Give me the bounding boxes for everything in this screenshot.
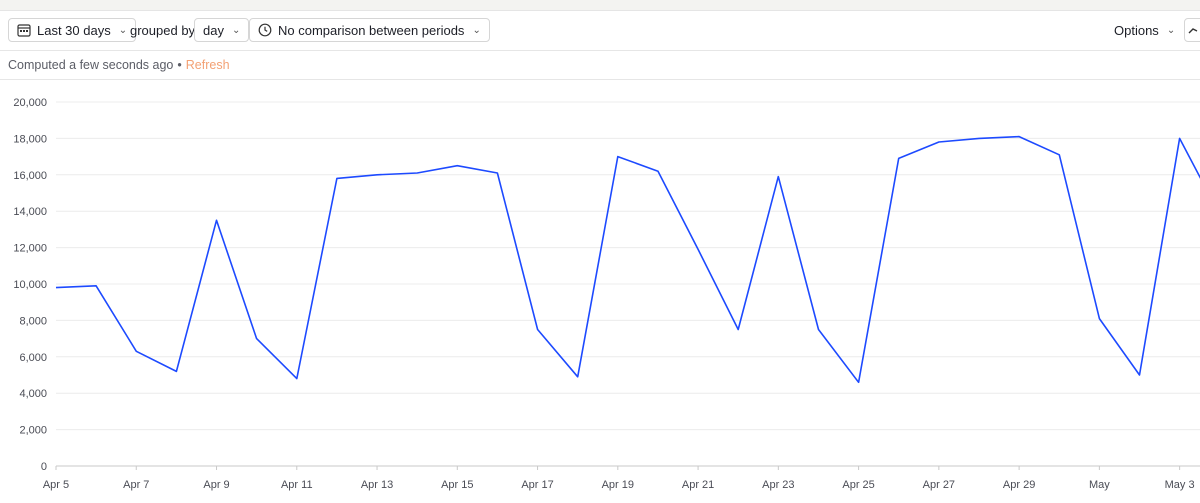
y-tick-label: 2,000 (19, 425, 47, 437)
y-tick-label: 18,000 (13, 133, 47, 145)
data-point[interactable] (655, 168, 661, 174)
data-point[interactable] (575, 374, 581, 380)
x-tick-label: Apr 17 (521, 479, 553, 491)
data-point[interactable] (1137, 372, 1143, 378)
y-tick-label: 12,000 (13, 243, 47, 255)
data-point[interactable] (374, 172, 380, 178)
data-point[interactable] (294, 376, 300, 382)
y-tick-label: 0 (41, 461, 47, 473)
x-axis: Apr 5 Apr 7 Apr 9 Apr 11 Apr 13 Apr 15 Apr 17 A… (43, 466, 1195, 491)
data-point[interactable] (254, 336, 260, 342)
data-point[interactable] (615, 154, 621, 160)
x-tick-label: Apr 5 (43, 479, 69, 491)
chart-series (53, 134, 1200, 385)
x-tick-label: Apr 27 (923, 479, 955, 491)
data-point[interactable] (214, 217, 220, 223)
data-point[interactable] (856, 379, 862, 385)
x-tick-label: Apr 21 (682, 479, 714, 491)
y-tick-label: 20,000 (13, 97, 47, 109)
data-point[interactable] (93, 283, 99, 289)
x-tick-label: Apr 29 (1003, 479, 1035, 491)
data-point[interactable] (896, 155, 902, 161)
chart-grid (56, 101, 1200, 467)
data-point[interactable] (735, 327, 741, 333)
x-tick-label: May 3 (1165, 479, 1195, 491)
data-point[interactable] (695, 246, 701, 252)
y-tick-label: 10,000 (13, 279, 47, 291)
x-tick-label: Apr 7 (123, 479, 149, 491)
data-point[interactable] (173, 368, 179, 374)
data-point[interactable] (53, 285, 59, 291)
data-point[interactable] (815, 327, 821, 333)
line-chart: 0 2,000 4,000 6,000 8,000 10,000 12,000 14,000 1… (13, 97, 1200, 491)
x-tick-label: Apr 11 (281, 479, 313, 491)
y-tick-label: 6,000 (19, 352, 47, 364)
data-point[interactable] (133, 348, 139, 354)
y-tick-label: 14,000 (13, 206, 47, 218)
data-point[interactable] (414, 170, 420, 176)
x-tick-label: Apr 9 (203, 479, 229, 491)
x-tick-label: Apr 15 (441, 479, 473, 491)
data-point[interactable] (1096, 316, 1102, 322)
data-point[interactable] (936, 139, 942, 145)
x-tick-label: Apr 19 (602, 479, 634, 491)
x-tick-label: Apr 23 (762, 479, 794, 491)
y-tick-label: 16,000 (13, 170, 47, 182)
y-axis: 0 2,000 4,000 6,000 8,000 10,000 12,000 14,000 1… (13, 97, 47, 473)
insight-panel: Last 30 days ⌄ grouped by day ⌄ No compa… (0, 10, 1200, 503)
x-tick-label: May (1089, 479, 1110, 491)
series-line (55, 135, 1200, 384)
data-point[interactable] (1177, 135, 1183, 141)
data-point[interactable] (1016, 134, 1022, 140)
data-point[interactable] (775, 174, 781, 180)
data-point[interactable] (334, 175, 340, 181)
data-point[interactable] (535, 327, 541, 333)
data-point[interactable] (494, 170, 500, 176)
data-point[interactable] (976, 135, 982, 141)
data-point[interactable] (454, 163, 460, 169)
x-tick-label: Apr 25 (842, 479, 874, 491)
y-tick-label: 4,000 (19, 388, 47, 400)
data-point[interactable] (1056, 152, 1062, 158)
x-tick-label: Apr 13 (361, 479, 393, 491)
y-tick-label: 8,000 (19, 315, 47, 327)
